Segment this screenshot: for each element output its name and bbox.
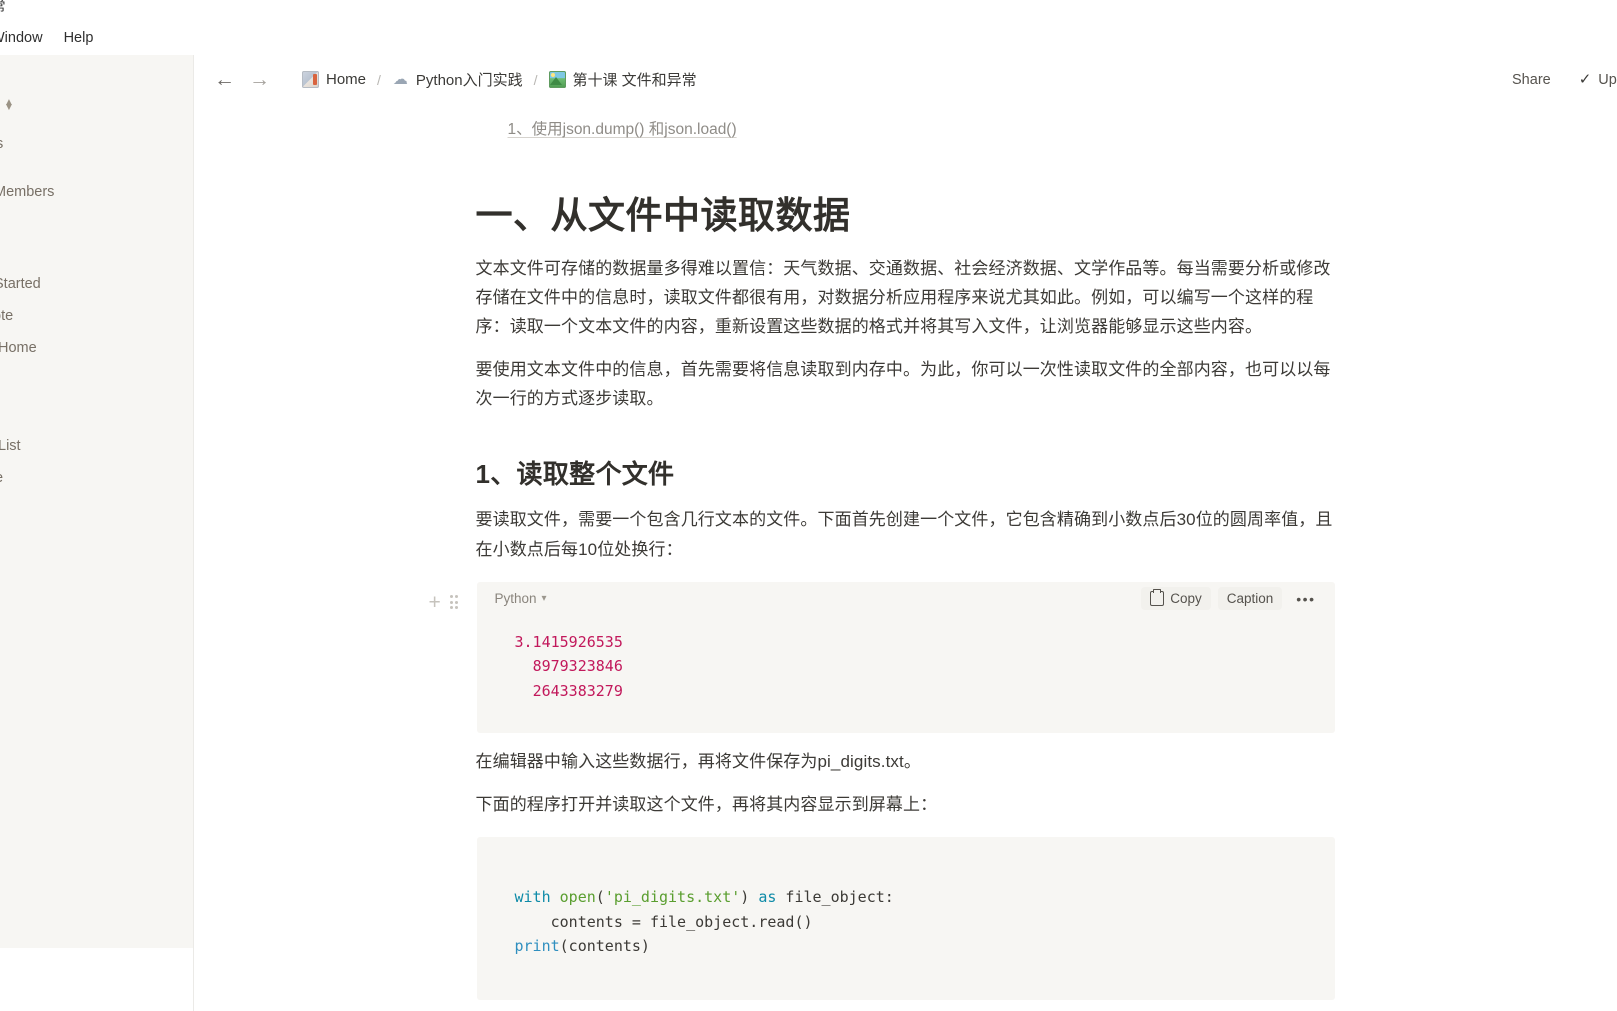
toc-link-json[interactable]: 1、使用json.dump() 和json.load() [508,121,737,138]
breadcrumb-item-home[interactable]: Home [298,68,370,91]
sidebar-footer [0,948,194,1011]
sidebar-item-note[interactable]: ote [0,309,13,324]
os-app-title: 常 [0,0,6,15]
nav-arrows: ← → [214,69,270,90]
landscape-picture-icon [548,71,566,88]
paragraph-4: 在编辑器中输入这些数据行，再将文件保存为pi_digits.txt。 [475,751,921,771]
code-block-pi-digits: + Python ▾ Copy Caption ••• 3.1415926535… [429,581,1335,733]
code-block-actions: Copy Caption ••• [1141,587,1322,611]
copy-button[interactable]: Copy [1141,587,1211,611]
breadcrumb-label-python: Python入门实践 [415,72,523,89]
update-button[interactable]: ✓ Updat [1573,68,1617,92]
sidebar: ▲▼ s Members Started ote Home List e [0,55,194,948]
arrow-left-icon[interactable]: ← [214,69,235,90]
paragraph-2: 要使用文本文件中的信息，首先需要将信息读取到内存中。为此，你可以一次性读取文件的… [475,360,1331,409]
check-icon: ✓ [1578,71,1592,88]
code-language-label: Python [494,591,537,607]
caption-button-label: Caption [1226,591,1274,607]
breadcrumb: Home / ☁ Python入门实践 / 第十课 文件和异常 [298,66,701,93]
workspace-switcher-icon[interactable]: ▲ ▼ [0,95,24,115]
topbar: ← → Home / ☁ Python入门实践 / 第十课 文件和异常 Shar… [194,55,1617,104]
breadcrumb-separator-2: / [533,71,538,88]
code-block-toolbar: Python ▾ Copy Caption ••• [477,582,1335,616]
block-gutter-controls: + [429,592,459,613]
chevron-updown-icon: ▲ ▼ [4,96,14,113]
cloud-rain-icon: ☁ [392,71,408,88]
code-language-select[interactable]: Python ▾ [491,589,551,608]
copy-button-label: Copy [1170,591,1202,607]
paragraph-1: 文本文件可存储的数据量多得难以置信：天气数据、交通数据、社会经济数据、文学作品等… [475,258,1331,336]
arrow-right-icon[interactable]: → [249,69,270,90]
code-line-1: 3.1415926535 [514,632,623,651]
breadcrumb-separator-1: / [377,71,381,88]
sidebar-item-list[interactable]: List [0,439,21,454]
code-block-read-file: with open('pi_digits.txt') as file_objec… [476,837,1335,1001]
share-button[interactable]: Share [1506,68,1557,92]
os-menu-item-help[interactable]: Help [64,30,94,46]
paragraph-5: 下面的程序打开并读取这个文件，再将其内容显示到屏幕上： [475,795,938,815]
paragraph-3: 要读取文件，需要一个包含几行文本的文件。下面首先创建一个文件，它包含精确到小数点… [475,510,1333,559]
code-line-3: 2643383279 [532,681,623,700]
sidebar-item-members[interactable]: Members [0,185,54,200]
more-options-button[interactable]: ••• [1289,588,1322,610]
code-block-2-content[interactable]: with open('pi_digits.txt') as file_objec… [477,837,1335,1000]
code-line-2: 8979323846 [532,657,623,676]
code-block-1-content[interactable]: 3.1415926535 8979323846 2643383279 [477,616,1335,733]
chevron-down-icon: ▾ [541,593,547,605]
sidebar-item-0[interactable]: s [0,137,3,152]
os-menu-list: Window Help [0,30,93,46]
plus-icon[interactable]: + [429,592,441,613]
breadcrumb-item-python[interactable]: ☁ Python入门实践 [388,66,527,93]
page-heading-2: 1、读取整个文件 [475,458,675,489]
breadcrumb-item-lesson[interactable]: 第十课 文件和异常 [545,66,701,93]
toc-link-row: 1、使用json.dump() 和json.load() [476,110,1336,147]
code-line-contents-read: contents = file_object.read() [514,912,813,931]
code-line-with-open: with open('pi_digits.txt') as file_objec… [514,888,894,907]
sidebar-item-6[interactable]: e [0,471,3,486]
update-button-label: Updat [1598,71,1617,88]
os-menubar: 常 Window Help [0,0,200,55]
breadcrumb-label-lesson: 第十课 文件和异常 [572,72,697,89]
drag-handle-icon[interactable] [449,595,459,610]
home-page-icon [302,71,319,88]
code-line-print: print(contents) [514,936,650,955]
os-menu-item-window[interactable]: Window [0,30,43,46]
sidebar-item-home[interactable]: Home [0,341,37,356]
caption-button[interactable]: Caption [1217,587,1283,611]
clipboard-icon [1150,589,1165,607]
page-heading-1: 一、从文件中读取数据 [475,195,851,237]
sidebar-item-started[interactable]: Started [0,277,41,292]
breadcrumb-label-home: Home [326,71,367,88]
page-content-area: 1、使用json.dump() 和json.load() 一、从文件中读取数据 … [194,104,1617,1011]
topbar-actions: Share ✓ Updat [1506,68,1617,92]
